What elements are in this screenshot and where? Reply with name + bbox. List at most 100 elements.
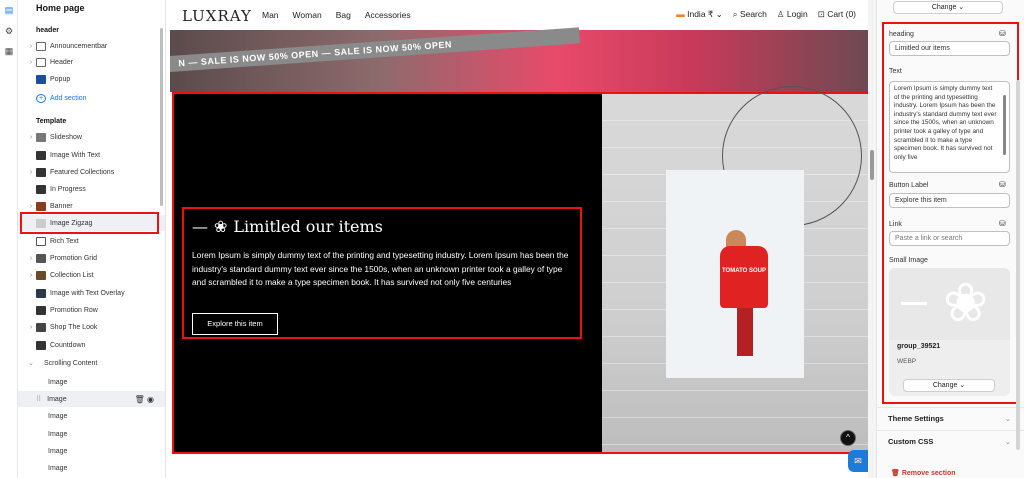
nav-link-man[interactable]: Man bbox=[262, 10, 279, 20]
sidebar-item-popup[interactable]: Popup bbox=[18, 71, 165, 87]
sidebar-item-rich-text[interactable]: Rich Text bbox=[18, 233, 165, 249]
search-label: Search bbox=[739, 9, 767, 19]
panel-scrollbar[interactable] bbox=[1016, 80, 1020, 450]
sidebar-subitem-image[interactable]: Image bbox=[18, 460, 165, 476]
sidebar-item-label: Header bbox=[50, 58, 73, 66]
text-textarea[interactable]: Lorem Ipsum is simply dummy text of the … bbox=[889, 81, 1010, 173]
sidebar-subitem-image[interactable]: Image bbox=[18, 443, 165, 459]
nav-link-bag[interactable]: Bag bbox=[336, 10, 351, 20]
textarea-scrollbar[interactable] bbox=[1003, 95, 1006, 155]
image-file-type: WEBP bbox=[897, 358, 917, 365]
image-file-name: group_39521 bbox=[897, 343, 941, 350]
sidebar-subitem-image[interactable]: ⠿ Image 🗑 ◉ bbox=[18, 391, 165, 407]
chevron-down-icon[interactable]: ⌄ bbox=[26, 359, 36, 367]
preview-scrollbar-thumb[interactable] bbox=[870, 150, 874, 180]
chevron-down-icon: ⌄ bbox=[1004, 414, 1011, 423]
cart-link[interactable]: ⊡ Cart (0) bbox=[818, 9, 856, 20]
sections-sidebar: Home page header › Announcementbar › Heade… bbox=[18, 0, 166, 478]
add-section-button[interactable]: + Add section bbox=[18, 90, 165, 106]
scroll-to-top-button[interactable]: ^ bbox=[840, 430, 856, 446]
chevron-right-icon[interactable]: › bbox=[26, 134, 36, 141]
link-input[interactable]: Paste a link or search bbox=[889, 231, 1010, 246]
apps-grid-icon[interactable]: ▦ bbox=[4, 46, 14, 56]
chat-widget-icon[interactable]: ✉ bbox=[848, 450, 868, 472]
country-label: India ₹ ⌄ bbox=[687, 9, 723, 19]
sidebar-scrollbar[interactable] bbox=[160, 28, 163, 206]
chevron-right-icon[interactable]: › bbox=[26, 203, 36, 210]
change-image-button[interactable]: Change ⌄ bbox=[903, 379, 995, 392]
layout-icon bbox=[36, 41, 46, 51]
chevron-right-icon[interactable]: › bbox=[26, 43, 36, 50]
database-icon[interactable]: ⛁ bbox=[999, 219, 1006, 228]
sidebar-item-featured-collections[interactable]: › Featured Collections bbox=[18, 164, 165, 180]
sale-banner-strip: N — SALE IS NOW 50% OPEN — SALE IS NOW 5… bbox=[170, 27, 581, 73]
database-icon[interactable]: ⛁ bbox=[999, 29, 1006, 38]
sidebar-item-label: Image bbox=[48, 412, 68, 420]
sidebar-item-label: Promotion Grid bbox=[50, 254, 98, 262]
countdown-icon bbox=[36, 340, 46, 350]
hero-slideshow-image: N — SALE IS NOW 50% OPEN — SALE IS NOW 5… bbox=[170, 27, 870, 92]
item-tools: 🗑 ◉ bbox=[135, 395, 154, 404]
sidebar-item-countdown[interactable]: Countdown bbox=[18, 337, 165, 353]
sidebar-item-image-text-overlay[interactable]: Image with Text Overlay bbox=[18, 285, 165, 301]
drag-handle-icon[interactable]: ⠿ bbox=[36, 395, 41, 403]
accordion-label: Theme Settings bbox=[888, 414, 944, 423]
eye-icon[interactable]: ◉ bbox=[147, 395, 154, 404]
remove-section-button[interactable]: 🗑 Remove section bbox=[891, 469, 956, 477]
chevron-down-icon: ⌄ bbox=[1004, 437, 1011, 446]
sidebar-item-scrolling-content[interactable]: ⌄ Scrolling Content bbox=[18, 355, 165, 371]
chevron-right-icon[interactable]: › bbox=[26, 272, 36, 279]
store-logo[interactable]: LUXRAY bbox=[182, 7, 252, 25]
chevron-right-icon[interactable]: › bbox=[26, 169, 36, 176]
chevron-right-icon[interactable]: › bbox=[26, 255, 36, 262]
database-icon[interactable]: ⛁ bbox=[999, 180, 1006, 189]
preview-scrollbar-track[interactable] bbox=[868, 0, 876, 478]
search-link[interactable]: ⌕ Search bbox=[733, 9, 767, 20]
sidebar-item-label: Slideshow bbox=[50, 133, 82, 141]
sidebar-item-image-with-text[interactable]: Image With Text bbox=[18, 147, 165, 163]
settings-panel: Change ⌄ heading ⛁ Limitled our items Te… bbox=[876, 0, 1024, 478]
sidebar-item-slideshow[interactable]: › Slideshow bbox=[18, 129, 165, 145]
login-link[interactable]: ♙ Login bbox=[777, 9, 808, 20]
trash-icon[interactable]: 🗑 bbox=[135, 395, 145, 404]
login-label: Login bbox=[786, 9, 808, 19]
settings-gear-icon[interactable]: ⚙ bbox=[4, 26, 14, 36]
sidebar-item-promotion-row[interactable]: Promotion Row bbox=[18, 302, 165, 318]
zigzag-photo: TOMATO SOUP bbox=[602, 86, 868, 452]
custom-css-accordion[interactable]: Custom CSS ⌄ bbox=[877, 430, 1024, 452]
chevron-right-icon[interactable]: › bbox=[26, 59, 36, 66]
popup-icon bbox=[36, 74, 46, 84]
main-nav: Man Woman Bag Accessories bbox=[262, 10, 411, 20]
sidebar-item-promotion-grid[interactable]: › Promotion Grid bbox=[18, 250, 165, 266]
sidebar-item-collection-list[interactable]: › Collection List bbox=[18, 267, 165, 283]
sidebar-item-in-progress[interactable]: In Progress bbox=[18, 181, 165, 197]
flower-icon: ❀ bbox=[214, 217, 228, 236]
search-icon: ⌕ bbox=[732, 9, 738, 19]
left-icon-rail: ▤ ⚙ ▦ bbox=[0, 0, 18, 478]
slideshow-icon bbox=[36, 132, 46, 142]
nav-link-woman[interactable]: Woman bbox=[293, 10, 322, 20]
india-flag-icon: ▬ bbox=[676, 9, 685, 19]
change-button-top[interactable]: Change ⌄ bbox=[893, 1, 1003, 14]
sidebar-item-announcementbar[interactable]: › Announcementbar bbox=[18, 38, 165, 54]
image-thumbnail[interactable]: ❀ bbox=[889, 268, 1010, 340]
sidebar-subitem-image[interactable]: Image bbox=[18, 408, 165, 424]
zigzag-heading: — ❀ Limitled our items bbox=[192, 217, 383, 236]
explore-item-button[interactable]: Explore this item bbox=[192, 313, 278, 335]
sidebar-item-label: Shop The Look bbox=[50, 323, 98, 331]
sidebar-item-label: Featured Collections bbox=[50, 168, 115, 176]
sidebar-item-header[interactable]: › Header bbox=[18, 54, 165, 70]
nav-link-accessories[interactable]: Accessories bbox=[365, 10, 411, 20]
sections-icon[interactable]: ▤ bbox=[4, 5, 14, 15]
sidebar-subitem-image[interactable]: Image bbox=[18, 374, 165, 390]
zigzag-heading-text: Limitled our items bbox=[233, 217, 383, 236]
button-label-input[interactable]: Explore this item bbox=[889, 193, 1010, 208]
shop-look-icon bbox=[36, 322, 46, 332]
heading-input[interactable]: Limitled our items bbox=[889, 41, 1010, 56]
theme-settings-accordion[interactable]: Theme Settings ⌄ bbox=[877, 407, 1024, 429]
image-zigzag-section[interactable]: — ❀ Limitled our items Lorem Ipsum is si… bbox=[172, 86, 868, 454]
chevron-right-icon[interactable]: › bbox=[26, 324, 36, 331]
country-selector[interactable]: ▬ India ₹ ⌄ bbox=[676, 9, 723, 20]
sidebar-item-shop-the-look[interactable]: › Shop The Look bbox=[18, 319, 165, 335]
sidebar-subitem-image[interactable]: Image bbox=[18, 426, 165, 442]
